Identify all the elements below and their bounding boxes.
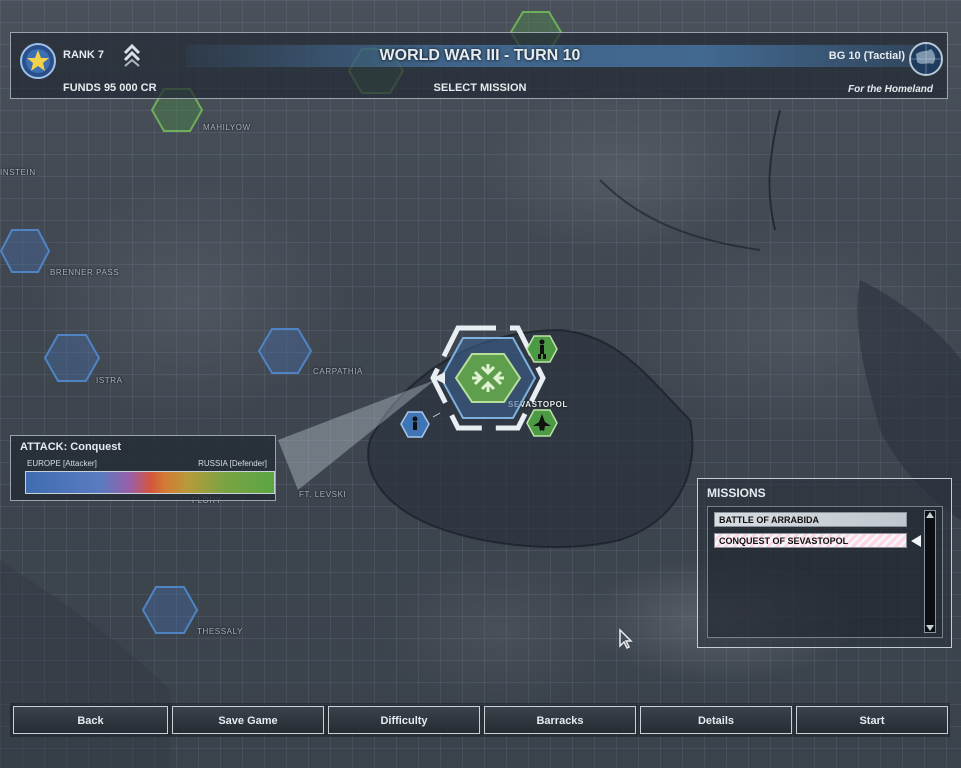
details-button[interactable]: Details	[640, 706, 792, 734]
faction-motto: For the Homeland	[847, 84, 933, 95]
mission-item-arrabida[interactable]: BATTLE OF ARRABIDA	[714, 512, 907, 527]
region-hex-blue[interactable]	[142, 585, 198, 635]
selected-arrow-icon	[911, 535, 921, 547]
region-hex-blue[interactable]	[44, 333, 100, 383]
aircraft-unit-icon[interactable]	[526, 409, 558, 437]
campaign-header: RANK 7 FUNDS 95 000 CR WORLD WAR III - T…	[10, 32, 948, 99]
barracks-button[interactable]: Barracks	[484, 706, 636, 734]
back-button[interactable]: Back	[13, 706, 168, 734]
scroll-down-icon[interactable]	[926, 625, 934, 631]
missions-panel: MISSIONS BATTLE OF ARRABIDA CONQUEST OF …	[697, 478, 952, 648]
attack-type-title: ATTACK: Conquest	[20, 441, 122, 453]
difficulty-button[interactable]: Difficulty	[328, 706, 480, 734]
infantry-unit-icon[interactable]	[526, 335, 558, 363]
attacker-unit-icon[interactable]	[400, 411, 441, 438]
map-label-brenner: BRENNER PASS	[50, 268, 120, 277]
page-subtitle: SELECT MISSION	[433, 82, 527, 94]
region-hex-blue[interactable]	[0, 228, 50, 274]
battlegroup-label: BG 10 (Tactial)	[828, 50, 905, 62]
bottom-button-bar: Back Save Game Difficulty Barracks Detai…	[10, 703, 950, 737]
missions-list: BATTLE OF ARRABIDA CONQUEST OF SEVASTOPO…	[707, 506, 943, 638]
force-balance-bar	[25, 471, 275, 494]
battle-marker[interactable]	[270, 320, 570, 500]
missions-title: MISSIONS	[707, 486, 766, 500]
page-title: WORLD WAR III - TURN 10	[379, 47, 581, 64]
attacker-label: EUROPE [Attacker]	[27, 459, 97, 468]
attack-info-panel: ATTACK: Conquest EUROPE [Attacker] RUSSI…	[10, 435, 276, 501]
map-label-stein: INSTEIN	[0, 168, 36, 177]
map-label-thessaly: THESSALY	[197, 627, 243, 636]
defender-label: RUSSIA [Defender]	[198, 459, 267, 468]
scroll-up-icon[interactable]	[926, 512, 934, 518]
faction-globe-icon	[909, 42, 943, 76]
map-label-istria: ISTRA	[96, 376, 123, 385]
map-label-mahilyow: MAHILYOW	[203, 123, 251, 132]
start-button[interactable]: Start	[796, 706, 948, 734]
mouse-cursor-icon	[619, 628, 633, 650]
missions-scrollbar[interactable]	[924, 510, 936, 633]
save-game-button[interactable]: Save Game	[172, 706, 324, 734]
mission-item-sevastopol[interactable]: CONQUEST OF SEVASTOPOL	[714, 533, 907, 548]
